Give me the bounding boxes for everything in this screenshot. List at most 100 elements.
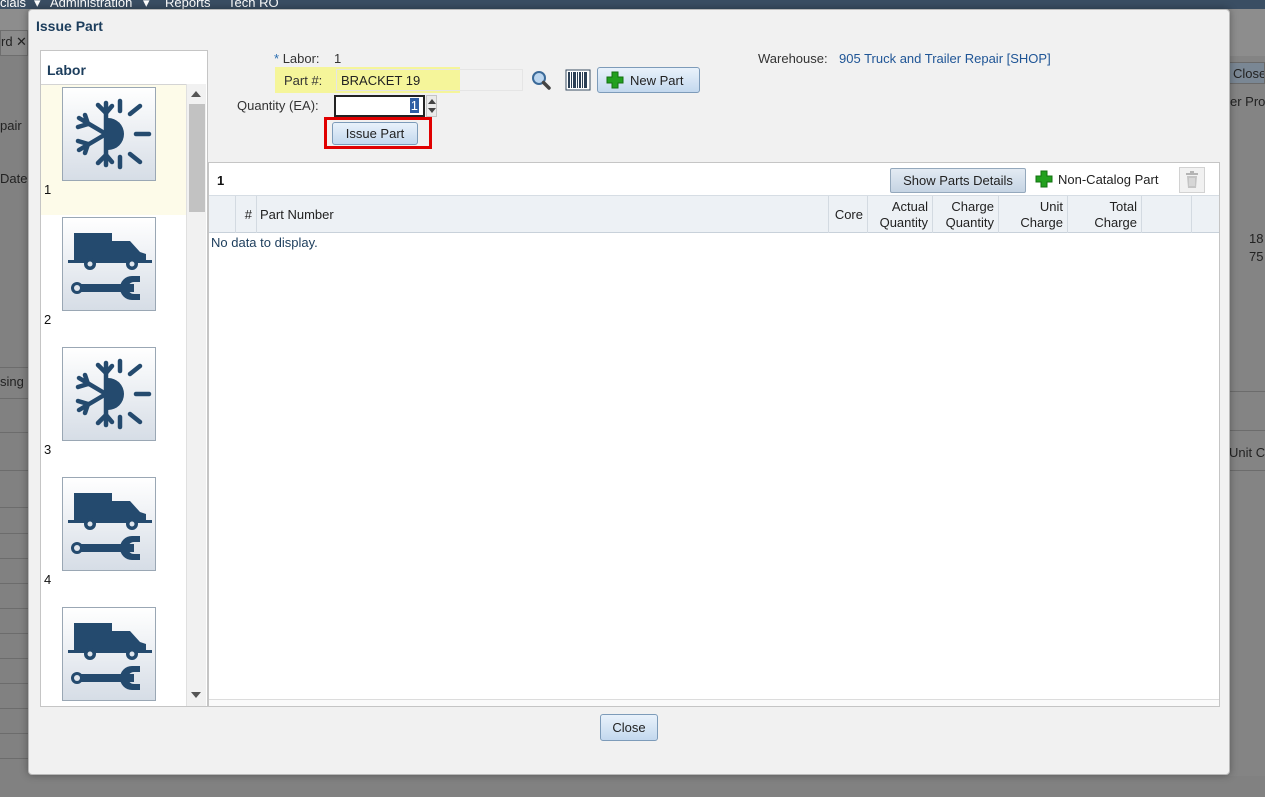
labor-item-number: 2 bbox=[44, 312, 52, 327]
column-actual-quantity-label: Actual Quantity bbox=[880, 199, 928, 231]
column-core[interactable]: Core bbox=[829, 196, 868, 233]
labor-item-1[interactable]: 1 bbox=[41, 85, 186, 215]
background-text: 75 bbox=[1249, 249, 1264, 264]
app-menubar: cials ▾ Administration ▾ Reports Tech RO bbox=[0, 0, 1265, 9]
divider bbox=[1229, 391, 1265, 392]
divider bbox=[1229, 470, 1265, 471]
column-label-line: Charge bbox=[1020, 214, 1063, 230]
new-part-label: New Part bbox=[630, 72, 684, 88]
column-label-line: Actual bbox=[891, 198, 928, 214]
labor-item-5[interactable] bbox=[41, 605, 186, 706]
search-icon[interactable] bbox=[529, 68, 553, 92]
issue-part-dialog: Issue Part Labor 1 2 3 4 * Labor: 1 Part… bbox=[28, 9, 1230, 775]
close-button[interactable]: Close bbox=[600, 714, 658, 741]
divider bbox=[0, 533, 28, 534]
column-total-charge[interactable]: Total Charge bbox=[1068, 196, 1142, 233]
divider bbox=[1229, 430, 1265, 431]
column-actual-quantity[interactable]: Actual Quantity bbox=[868, 196, 933, 233]
column-number-label: # bbox=[244, 206, 252, 222]
truck-wrench-icon bbox=[62, 477, 156, 571]
divider bbox=[0, 470, 28, 471]
labor-value: 1 bbox=[334, 51, 342, 66]
divider bbox=[0, 432, 28, 433]
divider bbox=[0, 733, 28, 734]
divider bbox=[0, 633, 28, 634]
barcode-icon[interactable] bbox=[564, 67, 591, 93]
warehouse-label: Warehouse: bbox=[758, 51, 828, 66]
labor-item-4[interactable]: 4 bbox=[41, 475, 186, 605]
scroll-up-icon[interactable] bbox=[191, 91, 201, 97]
labor-item-2[interactable]: 2 bbox=[41, 215, 186, 345]
column-label-line: Charge bbox=[951, 198, 994, 214]
parts-grid-panel: 1 Show Parts Details Non-Catalog Part # … bbox=[208, 162, 1220, 707]
background-text: er Prod bbox=[1230, 94, 1265, 109]
column-total-charge-label: Total Charge bbox=[1094, 199, 1137, 231]
column-unit-charge[interactable]: Unit Charge bbox=[999, 196, 1068, 233]
column-charge-quantity-label: Charge Quantity bbox=[946, 199, 994, 231]
increment-icon[interactable] bbox=[428, 99, 436, 104]
divider bbox=[0, 507, 28, 508]
column-number[interactable]: # bbox=[236, 196, 257, 233]
column-charge-quantity[interactable]: Charge Quantity bbox=[933, 196, 999, 233]
column-label-line: Quantity bbox=[879, 214, 928, 230]
labor-label-text: Labor: bbox=[282, 51, 320, 66]
background-text: Date: bbox=[0, 171, 32, 186]
quantity-input[interactable]: 1 bbox=[334, 95, 425, 117]
labor-item-number: 1 bbox=[44, 182, 52, 197]
grid-column-header: # Part Number Core Actual Quantity Charge… bbox=[209, 195, 1219, 233]
background-text: pair bbox=[0, 118, 22, 133]
divider bbox=[0, 367, 28, 368]
divider bbox=[0, 608, 28, 609]
background-close-button: Close bbox=[1226, 62, 1265, 84]
truck-wrench-icon bbox=[62, 607, 156, 701]
labor-item-3[interactable]: 3 bbox=[41, 345, 186, 475]
labor-item-number: 3 bbox=[44, 442, 52, 457]
column-label-line: Unit bbox=[1039, 198, 1063, 214]
divider bbox=[0, 758, 28, 759]
menu-item-administration: Administration bbox=[50, 0, 133, 9]
required-marker: * bbox=[274, 51, 280, 66]
scroll-thumb[interactable] bbox=[189, 104, 205, 212]
show-parts-details-button[interactable]: Show Parts Details bbox=[890, 168, 1026, 193]
divider bbox=[0, 708, 28, 709]
warehouse-value[interactable]: 905 Truck and Trailer Repair [SHOP] bbox=[839, 51, 1051, 66]
column-label-line: Quantity bbox=[945, 214, 994, 230]
quantity-stepper[interactable] bbox=[426, 95, 437, 117]
menu-item-tech-ro: Tech RO bbox=[228, 0, 279, 9]
background-text: Unit C bbox=[1229, 445, 1265, 460]
plus-icon bbox=[1035, 170, 1053, 188]
non-catalog-part-button[interactable]: Non-Catalog Part bbox=[1035, 170, 1158, 188]
labor-scrollbar[interactable] bbox=[186, 84, 206, 706]
labor-label: * Labor: bbox=[274, 51, 320, 66]
background-text: 18 bbox=[1249, 231, 1264, 246]
divider bbox=[0, 398, 28, 399]
decrement-icon[interactable] bbox=[428, 108, 436, 113]
close-icon: ✕ bbox=[16, 34, 27, 49]
menu-arrow-icon: ▾ bbox=[34, 0, 41, 9]
ac-climate-icon bbox=[62, 87, 156, 181]
labor-panel-title: Labor bbox=[47, 62, 86, 78]
issue-part-button[interactable]: Issue Part bbox=[332, 122, 418, 145]
menu-item-specials: cials bbox=[0, 0, 27, 9]
labor-item-number: 4 bbox=[44, 572, 52, 587]
column-core-label: Core bbox=[834, 206, 863, 222]
new-part-button[interactable]: New Part bbox=[597, 67, 700, 93]
divider bbox=[0, 658, 28, 659]
column-blank bbox=[1142, 196, 1192, 233]
background-text: sing bbox=[0, 374, 24, 389]
quantity-value: 1 bbox=[409, 98, 419, 113]
column-label-line: Total bbox=[1109, 198, 1137, 214]
column-part-number[interactable]: Part Number bbox=[257, 196, 829, 233]
part-number-label: Part #: bbox=[284, 73, 323, 88]
scroll-down-icon[interactable] bbox=[191, 692, 201, 698]
column-part-number-label: Part Number bbox=[260, 206, 334, 222]
trash-icon[interactable] bbox=[1179, 167, 1205, 193]
background-tab-label: rd bbox=[1, 34, 13, 49]
part-number-input[interactable] bbox=[336, 69, 523, 91]
background-tab: rd ✕ bbox=[0, 30, 28, 56]
labor-list: 1 2 3 4 bbox=[41, 84, 186, 706]
column-label-line: Charge bbox=[1094, 214, 1137, 230]
column-unit-charge-label: Unit Charge bbox=[1020, 199, 1063, 231]
empty-grid-message: No data to display. bbox=[211, 235, 318, 250]
plus-icon bbox=[606, 71, 624, 89]
